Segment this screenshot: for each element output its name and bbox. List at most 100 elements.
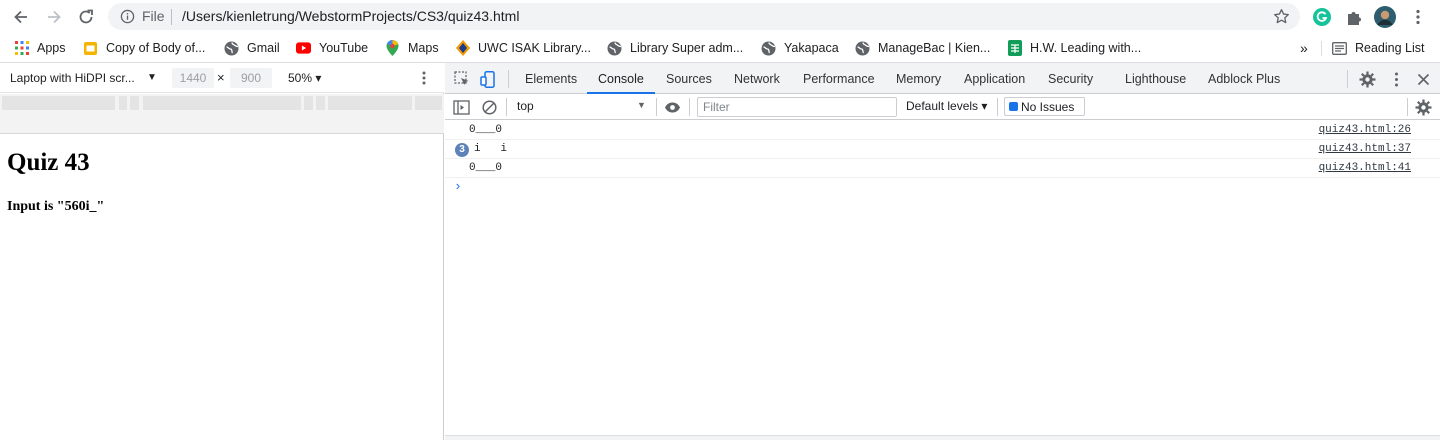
log-source-link[interactable]: quiz43.html:26 — [1319, 124, 1411, 136]
device-toggle-icon[interactable] — [480, 71, 497, 88]
filter-input[interactable]: Filter — [697, 97, 897, 117]
prompt-chevron-icon: › — [454, 179, 462, 194]
log-message: 0___0 — [469, 162, 503, 174]
bookmark-label: Yakapaca — [784, 41, 839, 55]
repeat-count-badge: 3 — [455, 143, 469, 157]
bookmark-library-super-admin[interactable]: Library Super adm... — [607, 40, 743, 56]
bookmark-label: Library Super adm... — [630, 41, 744, 55]
console-settings-gear-icon[interactable] — [1415, 99, 1432, 116]
bookmark-uwc-isak-library[interactable]: UWC ISAK Library... — [455, 40, 591, 56]
reading-list-label: Reading List — [1355, 41, 1425, 55]
bookmarks-overflow-button[interactable]: » — [1300, 40, 1308, 56]
extensions-button[interactable] — [1343, 6, 1365, 28]
arrow-left-icon — [14, 10, 27, 24]
kebab-menu-icon[interactable] — [1388, 71, 1405, 88]
eye-icon[interactable] — [664, 99, 681, 116]
grammarly-extension[interactable] — [1311, 6, 1333, 28]
address-bar[interactable]: File /Users/kienletrung/WebstormProjects… — [108, 3, 1300, 30]
console-log-row: 0___0 quiz43.html:41 — [445, 159, 1440, 178]
tab-network[interactable]: Network — [734, 63, 780, 94]
url-scheme: File — [142, 8, 165, 24]
page-paragraph: Input is "560i_" — [7, 199, 105, 214]
width-input[interactable]: 1440 — [172, 68, 214, 88]
media-query-bar[interactable] — [143, 96, 301, 110]
zoom-select[interactable]: 50% ▾ — [288, 71, 321, 85]
sidebar-toggle-icon[interactable] — [453, 99, 470, 116]
toolbar-divider — [656, 98, 657, 116]
media-query-bar[interactable] — [415, 96, 442, 110]
caret-down-icon[interactable]: ▼ — [147, 72, 157, 83]
bookmark-youtube[interactable]: YouTube — [296, 40, 368, 56]
toolbar-divider — [1407, 98, 1408, 116]
media-query-bar[interactable] — [2, 96, 115, 110]
apps-grid-icon — [14, 41, 29, 56]
kebab-menu-icon — [1416, 9, 1420, 25]
bookmark-gmail[interactable]: Gmail — [224, 40, 280, 56]
height-input[interactable]: 900 — [230, 68, 272, 88]
globe-icon — [224, 41, 239, 56]
devtools-tabbar: Elements Console Sources Network Perform… — [445, 63, 1440, 94]
back-button[interactable] — [9, 5, 33, 29]
console-prompt[interactable]: › — [445, 178, 1440, 198]
chrome-menu-button[interactable] — [1407, 6, 1429, 28]
tab-sources[interactable]: Sources — [666, 63, 712, 94]
tab-lighthouse[interactable]: Lighthouse — [1125, 63, 1186, 94]
slides-icon — [83, 41, 98, 56]
toolbar-divider — [1347, 70, 1348, 88]
reading-list-button[interactable]: Reading List — [1332, 40, 1425, 56]
bookmark-label: YouTube — [319, 41, 369, 55]
device-viewport-pane: Laptop with HiDPI scr... ▼ 1440 × 900 50… — [0, 63, 444, 440]
issues-label: No Issues — [1021, 99, 1075, 114]
media-query-bar[interactable] — [316, 96, 325, 110]
device-toolbar: Laptop with HiDPI scr... ▼ 1440 × 900 50… — [0, 63, 444, 93]
drawer-edge — [445, 435, 1440, 440]
bookmark-label: Maps — [408, 41, 439, 55]
inspect-element-icon[interactable] — [454, 71, 471, 88]
device-select[interactable]: Laptop with HiDPI scr... — [10, 71, 135, 85]
tab-adblock-plus[interactable]: Adblock Plus — [1208, 63, 1280, 94]
bookmark-hw-leading[interactable]: H.W. Leading with... — [1007, 40, 1141, 56]
arrow-right-icon — [48, 10, 61, 24]
bookmark-managebac[interactable]: ManageBac | Kien... — [855, 40, 990, 56]
tab-application[interactable]: Application — [964, 63, 1025, 94]
globe-icon — [761, 41, 776, 56]
log-source-link[interactable]: quiz43.html:37 — [1319, 143, 1411, 155]
console-log-row: 0___0 quiz43.html:26 — [445, 121, 1440, 140]
close-icon[interactable] — [1415, 71, 1432, 88]
bookmark-yakapaca[interactable]: Yakapaca — [761, 40, 839, 56]
caret-down-icon[interactable]: ▼ — [637, 100, 646, 110]
forward-button[interactable] — [42, 5, 66, 29]
url-text[interactable]: /Users/kienletrung/WebstormProjects/CS3/… — [182, 8, 519, 24]
info-icon[interactable] — [120, 9, 135, 24]
profile-avatar[interactable] — [1374, 6, 1396, 28]
tab-performance[interactable]: Performance — [803, 63, 875, 94]
log-levels-select[interactable]: Default levels ▾ — [906, 99, 987, 113]
settings-gear-icon[interactable] — [1359, 71, 1376, 88]
context-select[interactable]: top — [517, 99, 649, 113]
clear-console-icon[interactable] — [481, 99, 498, 116]
kebab-menu-icon[interactable] — [416, 70, 432, 86]
log-source-link[interactable]: quiz43.html:41 — [1319, 162, 1411, 174]
bookmark-label: UWC ISAK Library... — [478, 41, 591, 55]
media-query-bar[interactable] — [130, 96, 139, 110]
console-toolbar: top ▼ Filter Default levels ▾ No Issues — [445, 94, 1440, 120]
bookmark-maps[interactable]: Maps — [385, 40, 439, 56]
reload-button[interactable] — [74, 5, 98, 29]
tab-security[interactable]: Security — [1048, 63, 1093, 94]
issues-button[interactable]: No Issues — [1004, 97, 1085, 116]
issue-message-icon — [1009, 102, 1018, 111]
bookmark-copy-of-body[interactable]: Copy of Body of... — [83, 40, 205, 56]
tab-elements[interactable]: Elements — [525, 63, 577, 94]
tab-console[interactable]: Console — [587, 63, 655, 94]
bookmark-label: Apps — [37, 41, 66, 55]
youtube-icon — [296, 41, 311, 56]
bookmark-star-icon[interactable] — [1273, 8, 1290, 25]
media-query-bar[interactable] — [328, 96, 412, 110]
media-query-ruler[interactable] — [0, 94, 444, 134]
media-query-bar[interactable] — [119, 96, 127, 110]
log-message: i i — [474, 143, 508, 155]
media-query-bar[interactable] — [304, 96, 313, 110]
library-icon — [455, 40, 470, 56]
tab-memory[interactable]: Memory — [896, 63, 941, 94]
bookmark-apps[interactable]: Apps — [14, 40, 66, 56]
